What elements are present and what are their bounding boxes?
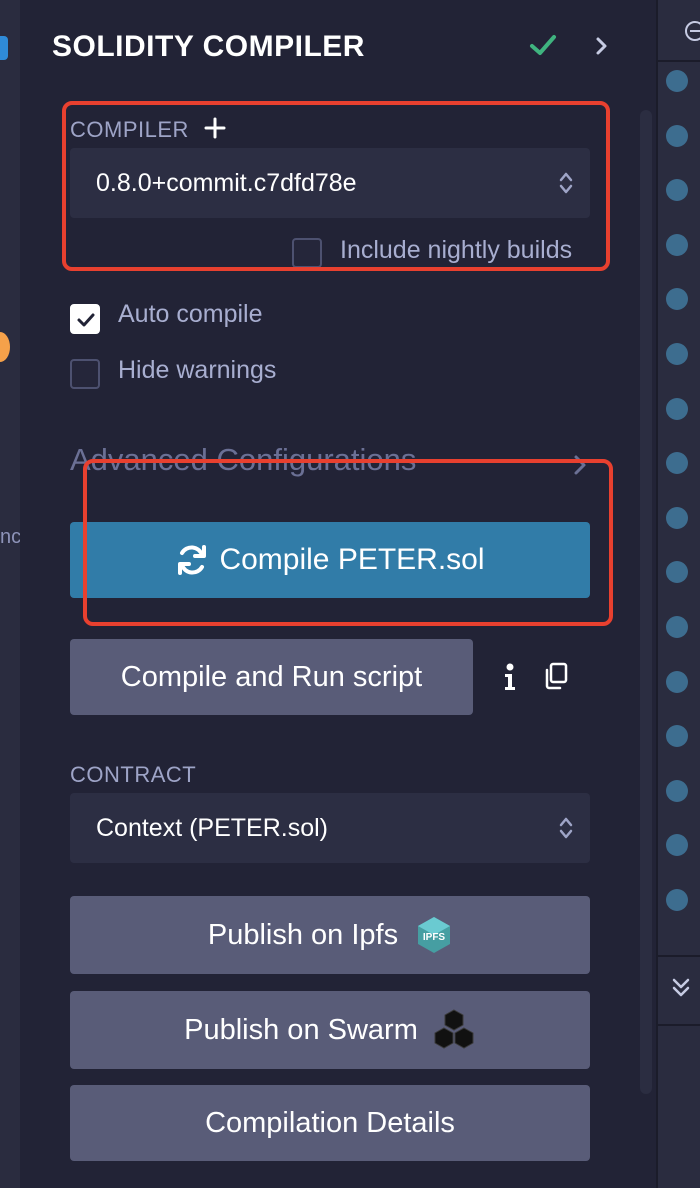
breakpoint-dot[interactable] — [666, 779, 688, 802]
right-panel-divider — [658, 955, 700, 957]
hide-warnings-label: Hide warnings — [118, 356, 277, 384]
breakpoint-dot[interactable] — [666, 179, 688, 202]
panel-scrollbar[interactable] — [640, 110, 652, 1094]
advanced-configurations-toggle[interactable]: Advanced Configurations — [70, 442, 416, 478]
breakpoint-dot[interactable] — [666, 452, 688, 475]
chevron-right-icon[interactable] — [592, 34, 612, 58]
breakpoint-dot[interactable] — [666, 70, 688, 92]
breakpoint-dot[interactable] — [666, 397, 688, 420]
auto-compile-checkbox[interactable] — [70, 304, 100, 334]
nightly-builds-label: Include nightly builds — [340, 236, 573, 264]
breakpoint-dot[interactable] — [666, 506, 688, 529]
compilation-details-label: Compilation Details — [205, 1106, 455, 1139]
swarm-icon — [434, 1009, 474, 1049]
compiler-version-value: 0.8.0+commit.c7dfd78e — [96, 168, 357, 197]
breakpoint-dot[interactable] — [666, 725, 688, 748]
compile-and-run-button[interactable]: Compile and Run script — [70, 639, 473, 715]
contract-label: CONTRACT — [70, 762, 197, 787]
notification-badge-icon — [0, 332, 10, 362]
double-chevron-down-icon[interactable] — [670, 976, 692, 1000]
chevron-right-icon[interactable] — [572, 452, 588, 478]
compiler-version-select[interactable]: 0.8.0+commit.c7dfd78e — [70, 148, 590, 218]
breakpoint-dot[interactable] — [666, 288, 688, 311]
breakpoint-dot[interactable] — [666, 889, 688, 911]
auto-compile-label: Auto compile — [118, 300, 263, 328]
nightly-builds-checkbox[interactable] — [292, 238, 322, 268]
check-icon — [530, 35, 556, 55]
compile-button-label: Compile PETER.sol — [219, 543, 485, 576]
publish-swarm-label: Publish on Swarm — [184, 1013, 418, 1046]
left-icon-panel: nc — [0, 0, 21, 1188]
compile-button[interactable]: Compile PETER.sol — [70, 522, 590, 598]
contract-select-value: Context (PETER.sol) — [96, 813, 329, 842]
publish-ipfs-button[interactable]: Publish on Ipfs IPFS — [70, 896, 590, 974]
left-panel-text-fragment: nc — [0, 526, 22, 548]
publish-ipfs-label: Publish on Ipfs — [207, 918, 399, 951]
breakpoint-dot[interactable] — [666, 343, 688, 365]
add-compiler-icon[interactable] — [204, 117, 226, 139]
checkmark-icon — [77, 313, 95, 327]
ipfs-icon-text: IPFS — [423, 932, 446, 943]
select-updown-icon — [559, 172, 573, 194]
ipfs-icon: IPFS — [418, 917, 451, 953]
copy-icon[interactable] — [543, 662, 569, 690]
compilation-details-button[interactable]: Compilation Details — [70, 1085, 590, 1161]
plugin-icon[interactable] — [0, 36, 8, 60]
select-updown-icon — [559, 817, 573, 839]
breakpoint-dot[interactable] — [666, 124, 688, 147]
minus-circle-icon[interactable] — [684, 20, 700, 42]
hide-warnings-checkbox[interactable] — [70, 359, 100, 389]
breakpoint-dot[interactable] — [666, 233, 688, 256]
solidity-compiler-panel: SOLIDITY COMPILER COMPILER 0.8.0+commit.… — [20, 0, 656, 1188]
right-panel-divider — [658, 1024, 700, 1026]
refresh-icon — [178, 545, 207, 575]
breakpoint-dot[interactable] — [666, 834, 688, 857]
compiler-label: COMPILER — [70, 117, 189, 142]
breakpoint-dot[interactable] — [666, 561, 688, 584]
info-icon[interactable] — [500, 662, 520, 692]
right-panel-divider — [658, 60, 700, 62]
contract-select[interactable]: Context (PETER.sol) — [70, 793, 590, 863]
publish-swarm-button[interactable]: Publish on Swarm — [70, 991, 590, 1069]
breakpoint-dot[interactable] — [666, 616, 688, 638]
breakpoint-dot[interactable] — [666, 670, 688, 693]
page-title: SOLIDITY COMPILER — [52, 30, 365, 63]
compile-and-run-label: Compile and Run script — [120, 660, 423, 693]
right-side-panel — [656, 0, 700, 1188]
